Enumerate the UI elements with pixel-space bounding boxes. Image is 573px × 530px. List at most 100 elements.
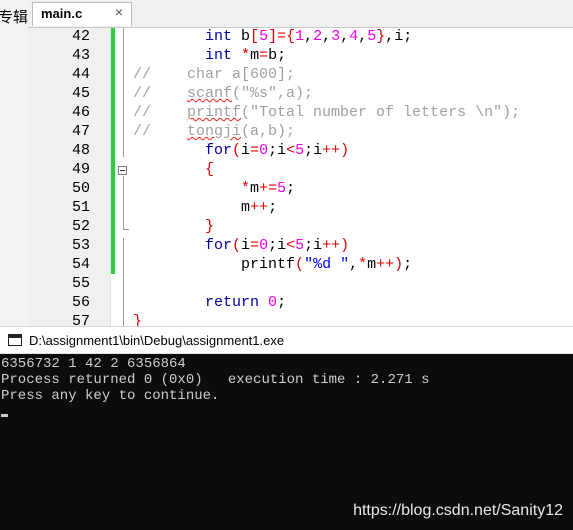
code-text: printf("%d ",*m++); [133, 255, 412, 274]
code-token: int [205, 28, 233, 45]
left-panel-label: 专辑 [0, 9, 29, 26]
code-token: * [241, 180, 251, 197]
code-text: // char a[600]; [133, 65, 295, 84]
code-line[interactable]: 42 int b[5]={1,2,3,4,5},i; [28, 28, 573, 46]
code-line[interactable]: 57} [28, 312, 573, 326]
code-token: , [349, 256, 359, 273]
line-number: 56 [71, 294, 90, 311]
line-number: 51 [71, 199, 90, 216]
console-title: D:\assignment1\bin\Debug\assignment1.exe [29, 333, 285, 348]
code-token: b [232, 28, 251, 45]
code-token: return [205, 294, 260, 311]
code-text: { [133, 160, 214, 179]
code-line[interactable]: 49 { [28, 160, 573, 179]
code-token: , [304, 28, 314, 45]
code-token: 5 [295, 237, 305, 254]
code-token: ( [232, 142, 242, 159]
code-token: 3 [331, 28, 341, 45]
code-line[interactable]: 56 return 0; [28, 293, 573, 312]
code-line[interactable]: 54 printf("%d ",*m++); [28, 255, 573, 274]
code-token: 0 [259, 237, 269, 254]
code-line[interactable]: 50 *m+=5; [28, 179, 573, 198]
line-number: 48 [71, 142, 90, 159]
code-token: printf [241, 256, 296, 273]
code-token: += [259, 180, 278, 197]
code-line[interactable]: 51 m++; [28, 198, 573, 217]
code-token: "%d " [304, 256, 350, 273]
code-token: ; [268, 199, 278, 216]
code-token: ++ [250, 199, 269, 216]
line-number: 45 [71, 85, 90, 102]
code-token: scanf [187, 85, 233, 102]
code-token: ; [277, 294, 287, 311]
code-text: for(i=0;i<5;i++) [133, 141, 349, 160]
line-number: 46 [71, 104, 90, 121]
code-token: ( [232, 237, 242, 254]
code-token: 5 [259, 28, 269, 45]
code-token: ;i [304, 142, 323, 159]
console-window-icon [8, 334, 22, 346]
code-token: i [241, 142, 251, 159]
code-token: // [133, 104, 188, 121]
code-line[interactable]: 48 for(i=0;i<5;i++) [28, 141, 573, 160]
code-token: 5 [367, 28, 377, 45]
code-text: } [133, 217, 214, 236]
code-token: for [205, 142, 233, 159]
code-token: ++) [322, 237, 350, 254]
close-icon[interactable]: × [115, 4, 123, 20]
code-line[interactable]: 52 } [28, 217, 573, 236]
line-number: 43 [71, 47, 90, 64]
code-text: int b[5]={1,2,3,4,5},i; [133, 28, 412, 46]
line-number: 54 [71, 256, 90, 273]
code-token: int [205, 47, 233, 64]
code-token: = [250, 237, 260, 254]
code-token: ; [403, 256, 413, 273]
code-text: for(i=0;i<5;i++) [133, 236, 349, 255]
code-line[interactable]: 43 int *m=b; [28, 46, 573, 65]
code-token: m [250, 180, 260, 197]
line-number: 55 [71, 275, 90, 292]
code-token: i [241, 237, 251, 254]
watermark: https://blog.csdn.net/Sanity12 [353, 502, 563, 519]
code-text: // printf("Total number of letters \n"); [133, 103, 520, 122]
code-token: { [205, 161, 215, 178]
code-line[interactable]: 45 // scanf("%s",a); [28, 84, 573, 103]
code-token: m [250, 47, 260, 64]
code-token: , [340, 28, 350, 45]
code-token: = [250, 142, 260, 159]
line-number: 42 [71, 28, 90, 45]
code-editor[interactable]: 42 int b[5]={1,2,3,4,5},i; 43 int *m=b; 44… [28, 28, 573, 326]
code-token: ( [295, 256, 305, 273]
code-token: printf [187, 104, 242, 121]
code-line[interactable]: 53 for(i=0;i<5;i++) [28, 236, 573, 255]
code-token: 5 [295, 142, 305, 159]
line-number: 50 [71, 180, 90, 197]
code-token: // char a[600]; [133, 66, 296, 83]
code-token: ; [286, 180, 296, 197]
code-token: // [133, 123, 188, 140]
code-token: ("%s",a); [232, 85, 314, 102]
code-text: // scanf("%s",a); [133, 84, 313, 103]
code-text: int *m=b; [133, 46, 286, 65]
code-token: } [376, 28, 386, 45]
code-line[interactable]: 47 // tongji(a,b); [28, 122, 573, 141]
code-token: 5 [277, 180, 287, 197]
line-number: 47 [71, 123, 90, 140]
code-token: 2 [313, 28, 323, 45]
code-text: m++; [133, 198, 277, 217]
line-number: 57 [71, 313, 90, 326]
tab-main-c[interactable]: main.c × [32, 2, 132, 26]
console-line: Process returned 0 (0x0) execution time … [1, 372, 430, 388]
code-line[interactable]: 46 // printf("Total number of letters \n"… [28, 103, 573, 122]
code-token: tongji [187, 123, 242, 140]
code-line[interactable]: 55 [28, 274, 573, 293]
left-panel: 专辑 [0, 0, 29, 326]
console-line: 6356732 1 42 2 6356864 [1, 356, 186, 372]
code-line[interactable]: 44 // char a[600]; [28, 65, 573, 84]
code-token: ;i [268, 142, 287, 159]
